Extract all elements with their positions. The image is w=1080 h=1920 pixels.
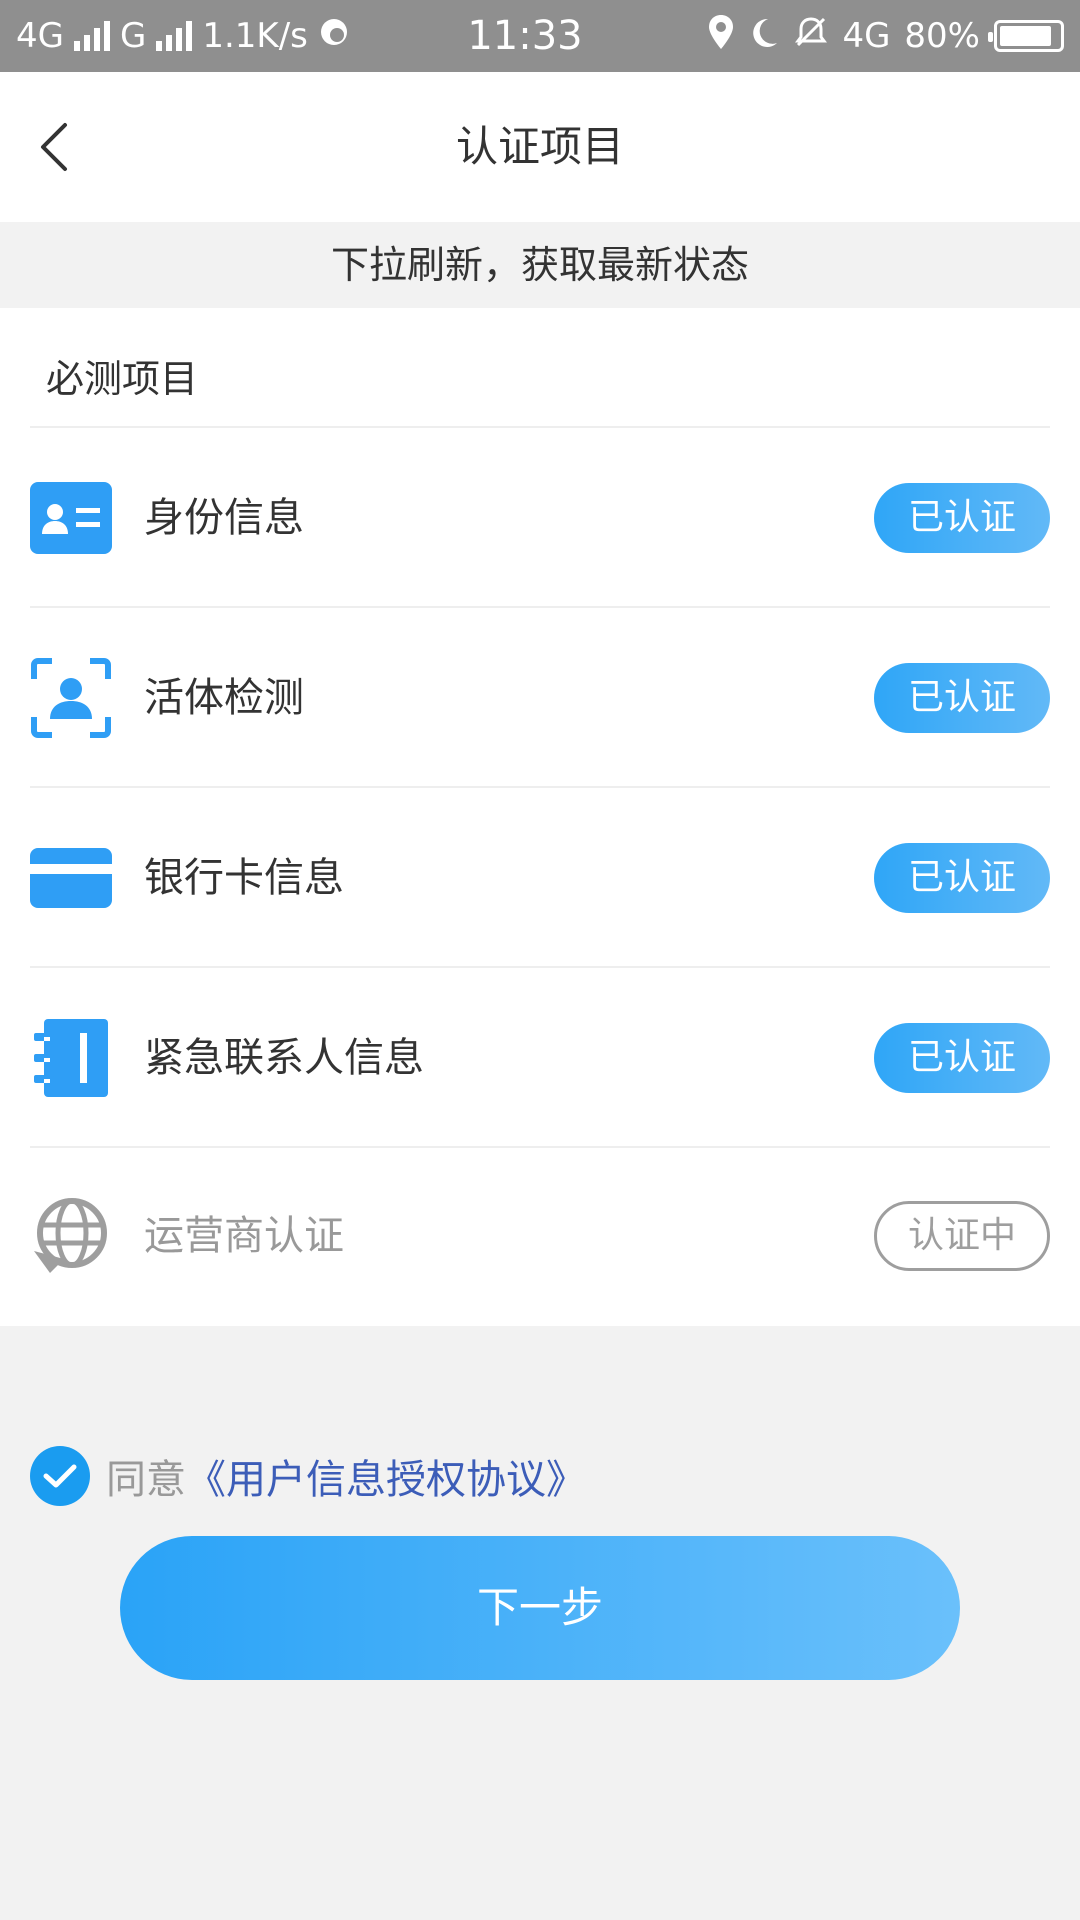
agreement-row: 同意 《用户信息授权协议》 <box>30 1446 586 1506</box>
moon-icon <box>748 16 780 57</box>
check-icon <box>43 1464 77 1488</box>
item-label: 活体检测 <box>144 675 304 721</box>
battery-percent: 80% <box>904 16 980 56</box>
pull-refresh-hint: 下拉刷新，获取最新状态 <box>0 222 1080 308</box>
next-step-button[interactable]: 下一步 <box>120 1536 960 1680</box>
bank-card-icon <box>30 837 112 919</box>
network-type-3: 4G <box>842 16 891 56</box>
agreement-link[interactable]: 《用户信息授权协议》 <box>186 1447 586 1505</box>
item-label: 紧急联系人信息 <box>144 1035 424 1081</box>
face-scan-icon <box>30 657 112 739</box>
network-speed: 1.1K/s <box>202 16 308 56</box>
status-right: 4G 80% <box>644 14 1064 58</box>
agree-checkbox[interactable] <box>30 1446 90 1506</box>
verification-list: 必测项目 身份信息 已认证 活体检测 已认证 银行卡信息 已认证 紧急联系人信息… <box>0 308 1080 1326</box>
status-badge: 已认证 <box>874 663 1050 733</box>
signal-icon <box>73 21 110 51</box>
id-card-icon <box>30 477 112 559</box>
section-title: 必测项目 <box>46 357 199 401</box>
list-item-emergency-contact[interactable]: 紧急联系人信息 已认证 <box>0 968 1080 1148</box>
item-label: 运营商认证 <box>144 1213 344 1259</box>
network-type-1: 4G <box>16 16 64 56</box>
data-saver-icon <box>318 16 350 57</box>
location-icon <box>708 14 734 58</box>
page-title: 认证项目 <box>455 122 624 171</box>
contact-book-icon <box>30 1017 112 1099</box>
list-item-bank-card[interactable]: 银行卡信息 已认证 <box>0 788 1080 968</box>
status-time: 11:33 <box>467 13 583 59</box>
status-badge: 认证中 <box>874 1201 1050 1271</box>
status-bar: 4G G 1.1K/s 11:33 4G 80% <box>0 0 1080 72</box>
globe-refresh-icon <box>30 1195 112 1277</box>
agree-prefix: 同意 <box>106 1457 186 1503</box>
list-item-id-info[interactable]: 身份信息 已认证 <box>0 428 1080 608</box>
status-badge: 已认证 <box>874 483 1050 553</box>
list-item-liveness[interactable]: 活体检测 已认证 <box>0 608 1080 788</box>
status-badge: 已认证 <box>874 843 1050 913</box>
signal-icon <box>156 21 193 51</box>
list-item-carrier[interactable]: 运营商认证 认证中 <box>0 1146 1080 1326</box>
battery-icon <box>988 20 1064 52</box>
item-label: 银行卡信息 <box>144 855 344 901</box>
nav-bar: 认证项目 <box>0 72 1080 222</box>
status-badge: 已认证 <box>874 1023 1050 1093</box>
mute-bell-icon <box>794 15 828 58</box>
item-label: 身份信息 <box>144 495 304 541</box>
network-type-2: G <box>119 16 147 56</box>
